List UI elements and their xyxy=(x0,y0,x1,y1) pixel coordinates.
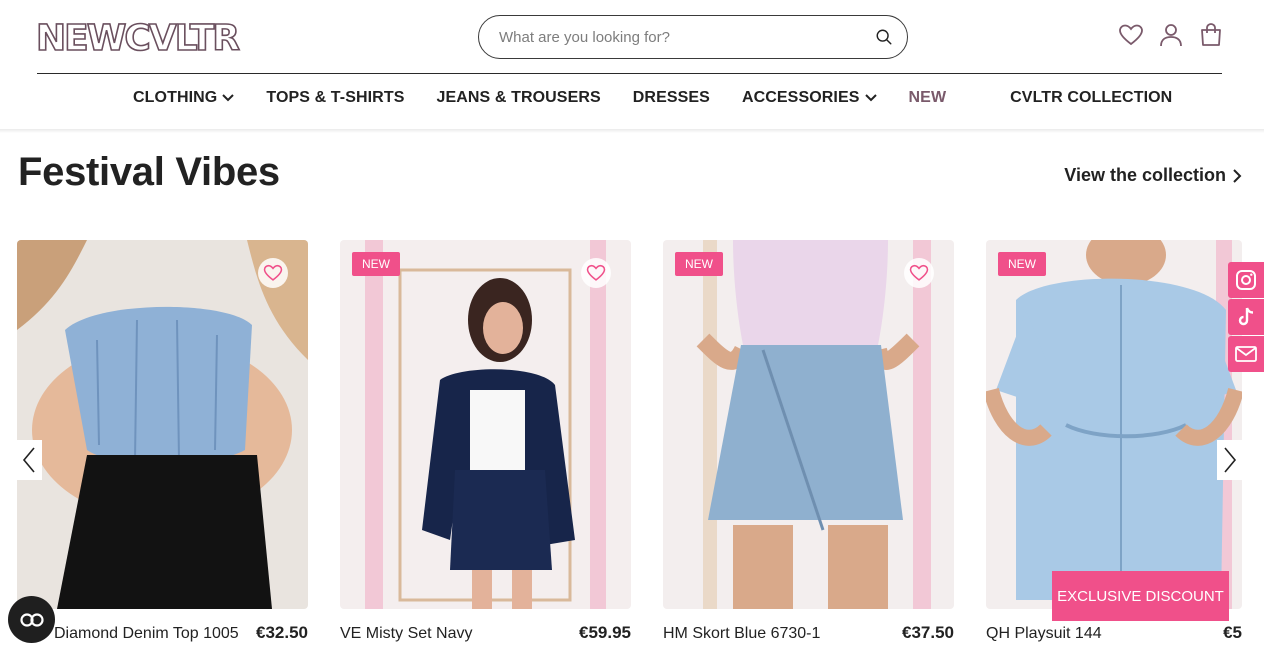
exclusive-discount-button[interactable]: EXCLUSIVE DISCOUNT xyxy=(1052,571,1229,621)
header-actions xyxy=(1118,22,1224,48)
header-shadow xyxy=(0,129,1264,133)
nav-dresses-label: DRESSES xyxy=(632,89,710,106)
product-price: €59.95 xyxy=(579,623,631,642)
chevron-down-icon xyxy=(222,94,235,102)
wishlist-button[interactable] xyxy=(581,258,611,288)
nav-jeans-trousers[interactable]: JEANS & TROUSERS xyxy=(436,89,600,107)
product-image[interactable]: NEW xyxy=(986,240,1242,609)
product-card[interactable]: NEW HM Skort Blue 6730-1 €37.50 xyxy=(663,240,954,643)
product-name[interactable]: HM Skort Blue 6730-1 xyxy=(663,625,820,643)
tiktok-button[interactable] xyxy=(1228,299,1264,335)
svg-text:NEWCVLTR: NEWCVLTR xyxy=(36,19,239,55)
mail-icon xyxy=(1235,346,1257,362)
mail-button[interactable] xyxy=(1228,336,1264,372)
search-icon[interactable] xyxy=(875,28,893,46)
social-sidebar xyxy=(1228,262,1264,373)
heart-icon xyxy=(586,264,606,281)
instagram-button[interactable] xyxy=(1228,262,1264,298)
view-collection-label: View the collection xyxy=(1064,165,1226,185)
search-bar[interactable] xyxy=(478,15,908,59)
product-name[interactable]: Diamond Denim Top 1005 xyxy=(54,625,239,643)
nav-tops-tshirts[interactable]: TOPS & T-SHIRTS xyxy=(266,89,404,107)
product-price: €32.50 xyxy=(256,623,308,642)
wishlist-button[interactable] xyxy=(904,258,934,288)
product-image[interactable] xyxy=(17,240,308,609)
product-name[interactable]: QH Playsuit 144 xyxy=(986,625,1102,643)
product-photo-skort xyxy=(663,240,954,609)
new-badge: NEW xyxy=(352,252,400,276)
new-badge: NEW xyxy=(998,252,1046,276)
nav-clothing-label: CLOTHING xyxy=(133,89,218,106)
wishlist-button[interactable] xyxy=(258,258,288,288)
new-badge: NEW xyxy=(675,252,723,276)
carousel-prev-button[interactable] xyxy=(16,440,42,480)
section-title: Festival Vibes xyxy=(18,150,280,194)
nav-clothing[interactable]: CLOTHING xyxy=(133,89,235,107)
product-photo-navy-set xyxy=(340,240,631,609)
product-price: €37.50 xyxy=(902,623,954,642)
product-price: €5 xyxy=(1223,623,1242,642)
nav-jeans-label: JEANS & TROUSERS xyxy=(436,89,601,106)
nav-accessories-label: ACCESSORIES xyxy=(741,89,860,106)
search-input[interactable] xyxy=(499,28,875,46)
main-nav: CLOTHING TOPS & T-SHIRTS JEANS & TROUSER… xyxy=(133,89,1172,107)
chevron-down-icon xyxy=(864,94,877,102)
nav-cvltr-label: CVLTR COLLECTION xyxy=(1010,89,1173,106)
product-card[interactable]: NEW VE Misty Set Navy €59.95 xyxy=(340,240,631,643)
product-name[interactable]: VE Misty Set Navy xyxy=(340,625,472,643)
nav-accessories[interactable]: ACCESSORIES xyxy=(742,89,877,107)
heart-icon xyxy=(909,264,929,281)
product-photo-denim-top xyxy=(17,240,308,609)
nav-cvltr-collection[interactable]: CVLTR COLLECTION xyxy=(1010,89,1172,107)
nav-tops-label: TOPS & T-SHIRTS xyxy=(266,89,405,106)
product-photo-playsuit xyxy=(986,240,1242,609)
brand-logo[interactable]: NEWCVLTR xyxy=(35,17,262,60)
user-icon[interactable] xyxy=(1158,22,1184,48)
carousel-next-button[interactable] xyxy=(1217,440,1243,480)
tiktok-icon xyxy=(1238,307,1254,326)
chevron-left-icon xyxy=(22,447,35,473)
bag-icon[interactable] xyxy=(1198,22,1224,48)
nav-new[interactable]: NEW xyxy=(909,89,947,107)
product-image[interactable]: NEW xyxy=(663,240,954,609)
view-collection-link[interactable]: View the collection xyxy=(1064,165,1242,186)
nav-dresses[interactable]: DRESSES xyxy=(633,89,710,107)
nav-new-label: NEW xyxy=(908,89,947,106)
logo-graphic: NEWCVLTR xyxy=(35,17,242,60)
product-card[interactable]: Diamond Denim Top 1005 €32.50 xyxy=(17,240,308,643)
header-divider xyxy=(37,73,1222,74)
chevron-right-icon xyxy=(1233,168,1242,183)
instagram-icon xyxy=(1236,270,1256,290)
chevron-right-icon xyxy=(1224,447,1237,473)
product-image[interactable]: NEW xyxy=(340,240,631,609)
co-icon xyxy=(19,612,44,627)
accessibility-widget-button[interactable] xyxy=(8,596,55,643)
heart-icon[interactable] xyxy=(1118,22,1144,48)
heart-icon xyxy=(263,264,283,281)
